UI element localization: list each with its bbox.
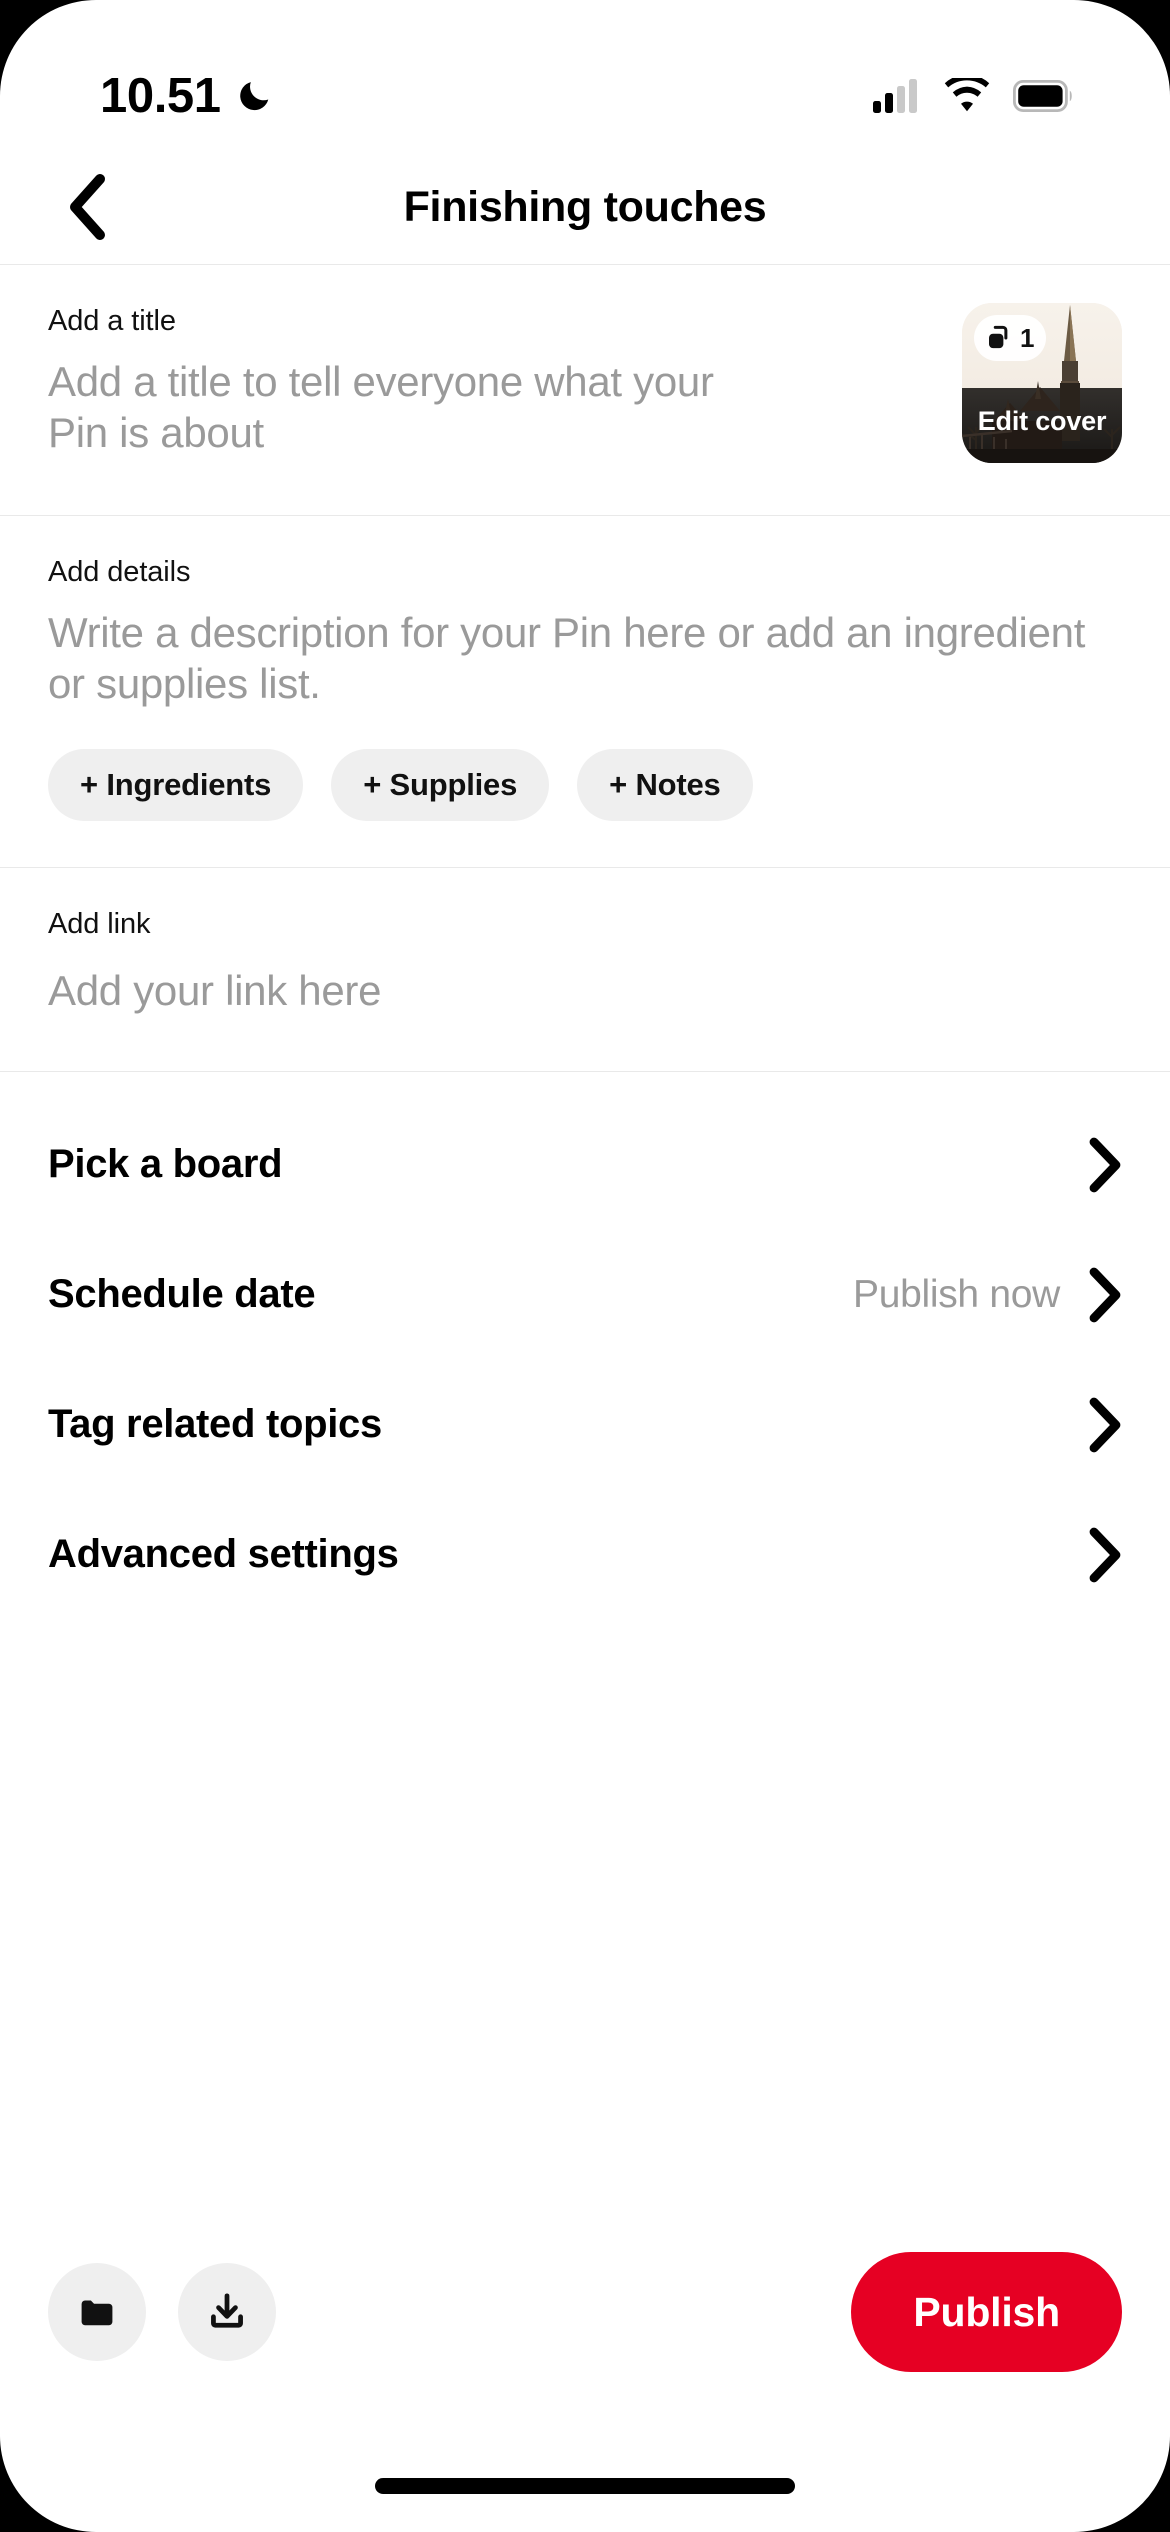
tag-related-topics-right — [1060, 1397, 1122, 1453]
add-title-section[interactable]: Add a title Add a title to tell everyone… — [0, 265, 1170, 516]
add-supplies-chip[interactable]: + Supplies — [331, 749, 550, 822]
advanced-settings-row[interactable]: Advanced settings — [48, 1490, 1122, 1620]
save-to-drafts-button[interactable] — [48, 2263, 146, 2361]
schedule-date-right: Publish now — [853, 1267, 1122, 1323]
home-indicator[interactable] — [375, 2478, 795, 2494]
tag-related-topics-label: Tag related topics — [48, 1402, 382, 1447]
back-button[interactable] — [48, 167, 128, 247]
add-ingredients-chip[interactable]: + Ingredients — [48, 749, 304, 822]
add-details-label: Add details — [48, 556, 191, 588]
pages-stack-icon — [989, 325, 1008, 349]
details-chip-row: + Ingredients + Supplies + Notes — [48, 749, 1122, 822]
page-title: Finishing touches — [403, 182, 767, 231]
add-link-section[interactable]: Add link Add your link here — [0, 868, 1170, 1072]
download-icon — [211, 2293, 243, 2328]
schedule-date-row[interactable]: Schedule date Publish now — [48, 1230, 1122, 1360]
title-input[interactable]: Add a title to tell everyone what your P… — [48, 356, 748, 458]
wifi-icon — [944, 78, 990, 112]
folder-icon — [81, 2300, 113, 2326]
page-count-badge: 1 — [974, 315, 1047, 361]
chevron-left-icon — [70, 174, 105, 240]
status-bar: 10.51 — [0, 0, 1170, 150]
add-notes-chip[interactable]: + Notes — [577, 749, 753, 822]
bottom-left-actions — [48, 2263, 276, 2361]
app-header: Finishing touches — [0, 150, 1170, 265]
tag-related-topics-row[interactable]: Tag related topics — [48, 1360, 1122, 1490]
link-input[interactable]: Add your link here — [48, 965, 1122, 1016]
settings-list: Pick a board Schedule date Publish now T… — [0, 1072, 1170, 1620]
advanced-settings-label: Advanced settings — [48, 1532, 399, 1577]
phone-screen: 10.51 Finishing touches Add a title Add … — [0, 0, 1170, 2532]
edit-cover-thumbnail[interactable]: 1 Edit cover — [962, 303, 1122, 463]
cellular-signal-icon — [873, 79, 917, 113]
schedule-date-value: Publish now — [853, 1272, 1060, 1316]
publish-button[interactable]: Publish — [851, 2252, 1122, 2372]
chevron-right-icon — [1089, 1267, 1121, 1323]
add-details-section[interactable]: Add details Write a description for your… — [0, 516, 1170, 869]
status-bar-clock: 10.51 — [100, 69, 221, 123]
status-bar-right — [873, 78, 1075, 114]
battery-full-icon — [1013, 80, 1072, 112]
pick-a-board-label: Pick a board — [48, 1142, 283, 1187]
details-input[interactable]: Write a description for your Pin here or… — [48, 607, 1122, 709]
chevron-right-icon — [1089, 1527, 1121, 1583]
edit-cover-label[interactable]: Edit cover — [962, 406, 1122, 437]
bottom-action-bar: Publish — [0, 2232, 1170, 2392]
pick-a-board-row[interactable]: Pick a board — [48, 1100, 1122, 1230]
schedule-date-label: Schedule date — [48, 1272, 316, 1317]
pick-a-board-right — [1060, 1137, 1122, 1193]
crescent-moon-icon — [239, 82, 268, 111]
status-bar-left: 10.51 — [100, 68, 273, 124]
add-link-label: Add link — [48, 908, 151, 941]
add-title-label: Add a title — [48, 305, 176, 337]
advanced-settings-right — [1060, 1527, 1122, 1583]
chevron-right-icon — [1089, 1137, 1121, 1193]
download-button[interactable] — [178, 2263, 276, 2361]
page-count-value: 1 — [1020, 323, 1035, 353]
chevron-right-icon — [1089, 1397, 1121, 1453]
add-title-texts: Add a title Add a title to tell everyone… — [48, 303, 748, 458]
